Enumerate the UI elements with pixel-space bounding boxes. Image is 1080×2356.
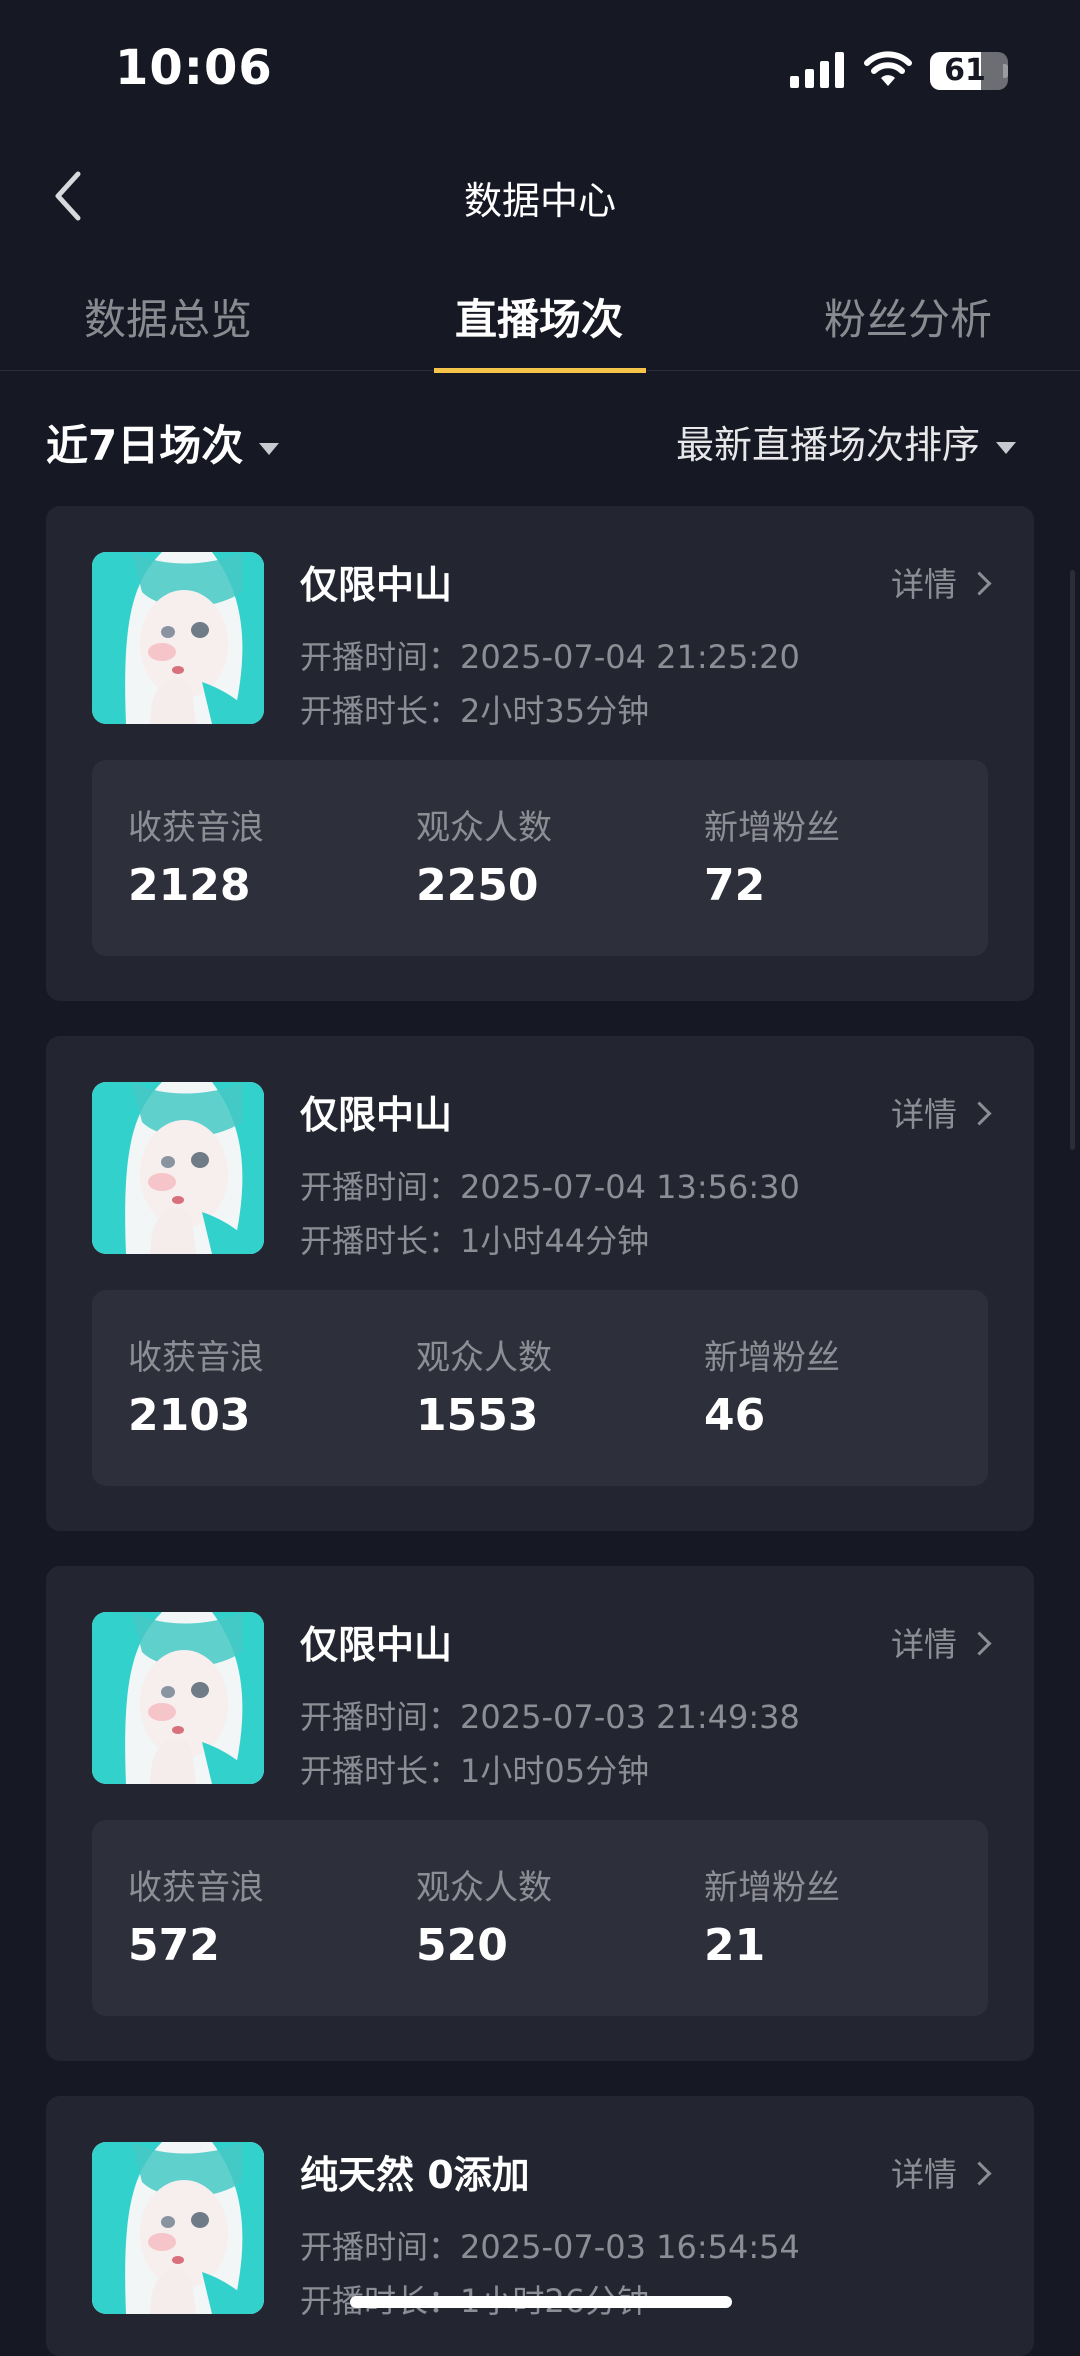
stat-label: 新增粉丝 — [704, 1338, 840, 1378]
chevron-right-icon — [967, 571, 992, 596]
stats-panel: 收获音浪 观众人数 新增粉丝 572 520 21 — [92, 1820, 988, 2016]
start-time: 开播时间：2025-07-04 13:56:30 — [300, 1168, 800, 1206]
stat-value: 520 — [416, 1920, 508, 1971]
session-card[interactable]: 纯天然 0添加 详情 开播时间：2025-07-03 16:54:54 开播时长… — [46, 2096, 1034, 2356]
tab-overview[interactable]: 数据总览 — [84, 286, 252, 347]
nav-bar: chevron-left-icon 数据中心 — [0, 140, 1080, 250]
session-title: 仅限中山 — [300, 1093, 453, 1137]
stat-label: 观众人数 — [416, 1868, 552, 1908]
status-time: 10:06 — [115, 40, 273, 96]
session-card[interactable]: 仅限中山 详情 开播时间：2025-07-03 21:49:38 开播时长：1小… — [46, 1566, 1034, 2061]
sort-dropdown[interactable]: 最新直播场次排序 — [676, 414, 1016, 469]
stat-value: 72 — [704, 860, 766, 911]
page-title: 数据中心 — [463, 179, 616, 223]
stat-value: 572 — [128, 1920, 220, 1971]
doll-portrait-image — [92, 552, 264, 724]
date-range-dropdown[interactable]: 近7日场次 — [46, 412, 280, 473]
stat-value: 46 — [704, 1390, 766, 1441]
scrollbar[interactable] — [1070, 570, 1075, 1150]
doll-portrait-image — [92, 1612, 264, 1784]
detail-link[interactable]: 详情 — [891, 1088, 992, 1136]
session-card[interactable]: 仅限中山 详情 开播时间：2025-07-04 21:25:20 开播时长：2小… — [46, 506, 1034, 1001]
streamer-avatar — [92, 1612, 264, 1784]
stat-label: 收获音浪 — [128, 1338, 264, 1378]
detail-label: 详情 — [891, 1625, 957, 1664]
stat-label: 收获音浪 — [128, 808, 264, 848]
stat-value: 21 — [704, 1920, 766, 1971]
stat-label: 观众人数 — [416, 808, 552, 848]
duration: 开播时长：1小时44分钟 — [300, 1222, 650, 1260]
detail-link[interactable]: 详情 — [891, 558, 992, 606]
start-time: 开播时间：2025-07-03 21:49:38 — [300, 1698, 800, 1736]
tab-live-sessions[interactable]: 直播场次 — [455, 286, 623, 347]
tab-fan-analysis[interactable]: 粉丝分析 — [824, 286, 992, 347]
stats-panel: 收获音浪 观众人数 新增粉丝 2103 1553 46 — [92, 1290, 988, 1486]
battery-icon: 61 — [930, 52, 1008, 90]
duration: 开播时长：2小时35分钟 — [300, 692, 650, 730]
doll-portrait-image — [92, 1082, 264, 1254]
streamer-avatar — [92, 552, 264, 724]
wifi-icon — [864, 51, 912, 86]
stat-label: 新增粉丝 — [704, 808, 840, 848]
stat-value: 2250 — [416, 860, 539, 911]
stat-label: 收获音浪 — [128, 1868, 264, 1908]
session-card[interactable]: 仅限中山 详情 开播时间：2025-07-04 13:56:30 开播时长：1小… — [46, 1036, 1034, 1531]
detail-label: 详情 — [891, 565, 957, 604]
detail-link[interactable]: 详情 — [891, 2148, 992, 2196]
stat-label: 新增粉丝 — [704, 1868, 840, 1908]
detail-label: 详情 — [891, 1095, 957, 1134]
streamer-avatar — [92, 1082, 264, 1254]
stat-label: 观众人数 — [416, 1338, 552, 1378]
detail-label: 详情 — [891, 2155, 957, 2194]
duration: 开播时长：1小时05分钟 — [300, 1752, 650, 1790]
status-bar: 10:06 61 — [0, 0, 1080, 140]
date-range-label: 近7日场次 — [46, 421, 244, 470]
detail-link[interactable]: 详情 — [891, 1618, 992, 1666]
session-title: 仅限中山 — [300, 1623, 453, 1667]
stat-value: 2128 — [128, 860, 251, 911]
caret-down-icon — [996, 441, 1016, 454]
chevron-right-icon — [967, 2161, 992, 2186]
stat-value: 2103 — [128, 1390, 251, 1441]
caret-down-icon — [259, 442, 280, 455]
cellular-signal-icon — [790, 52, 844, 88]
session-title: 纯天然 0添加 — [300, 2153, 530, 2197]
home-indicator[interactable] — [350, 2296, 732, 2308]
chevron-right-icon — [967, 1631, 992, 1656]
start-time: 开播时间：2025-07-03 16:54:54 — [300, 2228, 800, 2266]
doll-portrait-image — [92, 2142, 264, 2314]
stat-value: 1553 — [416, 1390, 539, 1441]
start-time: 开播时间：2025-07-04 21:25:20 — [300, 638, 800, 676]
session-title: 仅限中山 — [300, 563, 453, 607]
sort-label: 最新直播场次排序 — [675, 423, 980, 467]
streamer-avatar — [92, 2142, 264, 2314]
battery-percent: 61 — [944, 53, 986, 88]
filter-bar: 近7日场次 最新直播场次排序 — [0, 400, 1080, 480]
chevron-right-icon — [967, 1101, 992, 1126]
tab-bar: 数据总览 直播场次 粉丝分析 — [0, 262, 1080, 373]
active-tab-indicator — [434, 368, 646, 373]
stats-panel: 收获音浪 观众人数 新增粉丝 2128 2250 72 — [92, 760, 988, 956]
